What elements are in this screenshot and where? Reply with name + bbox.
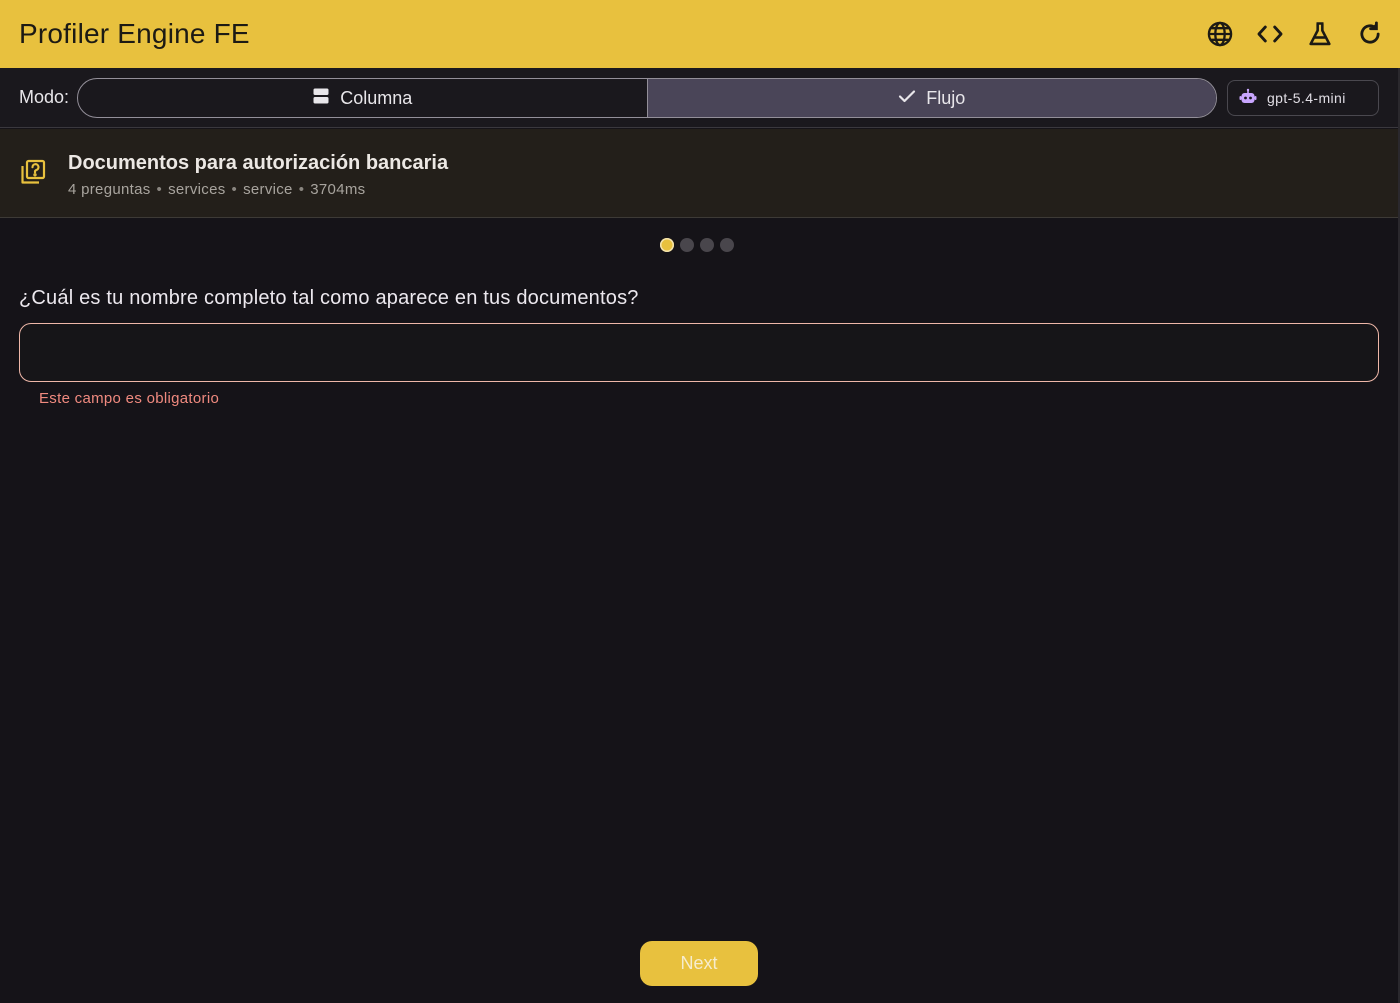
globe-icon[interactable]	[1200, 14, 1240, 54]
step-indicator	[660, 238, 734, 252]
mode-segmented-control: Columna Flujo	[77, 78, 1217, 118]
mode-option-flujo[interactable]: Flujo	[646, 79, 1216, 117]
question-text: ¿Cuál es tu nombre completo tal como apa…	[19, 287, 639, 309]
refresh-icon[interactable]	[1350, 14, 1390, 54]
form-meta: 4 preguntas • services • service • 3704m…	[68, 181, 365, 198]
quiz-icon	[19, 158, 47, 186]
mode-option-label: Flujo	[926, 87, 966, 108]
app-bar-actions	[1200, 14, 1390, 54]
next-button[interactable]: Next	[640, 941, 758, 986]
meta-duration: 3704ms	[310, 181, 366, 198]
flask-icon[interactable]	[1300, 14, 1340, 54]
app-bar: Profiler Engine FE	[0, 0, 1400, 68]
form-header: Documentos para autorización bancaria 4 …	[0, 129, 1400, 218]
check-icon	[898, 87, 916, 110]
app-title: Profiler Engine FE	[19, 18, 250, 49]
step-dot-4[interactable]	[720, 238, 734, 252]
step-dot-3[interactable]	[700, 238, 714, 252]
validation-error: Este campo es obligatorio	[39, 390, 220, 407]
model-selector-chip[interactable]: gpt-5.4-mini	[1227, 80, 1379, 116]
mode-bar: Modo: Columna Flujo gpt-5.4-mini	[0, 68, 1400, 128]
form-title: Documentos para autorización bancaria	[68, 152, 449, 174]
mode-label: Modo:	[19, 87, 70, 107]
mode-option-columna[interactable]: Columna	[78, 79, 647, 117]
model-name: gpt-5.4-mini	[1267, 90, 1346, 106]
code-icon[interactable]	[1250, 14, 1290, 54]
meta-question-count: 4 preguntas	[68, 181, 151, 198]
meta-type: service	[243, 181, 293, 198]
meta-category: services	[168, 181, 226, 198]
meta-separator: •	[156, 181, 163, 198]
step-dot-2[interactable]	[680, 238, 694, 252]
meta-separator: •	[231, 181, 238, 198]
step-dot-1[interactable]	[660, 238, 674, 252]
robot-icon	[1239, 88, 1257, 109]
view-agenda-icon	[312, 87, 330, 110]
mode-option-label: Columna	[340, 87, 413, 108]
meta-separator: •	[298, 181, 305, 198]
answer-input[interactable]	[19, 323, 1379, 382]
